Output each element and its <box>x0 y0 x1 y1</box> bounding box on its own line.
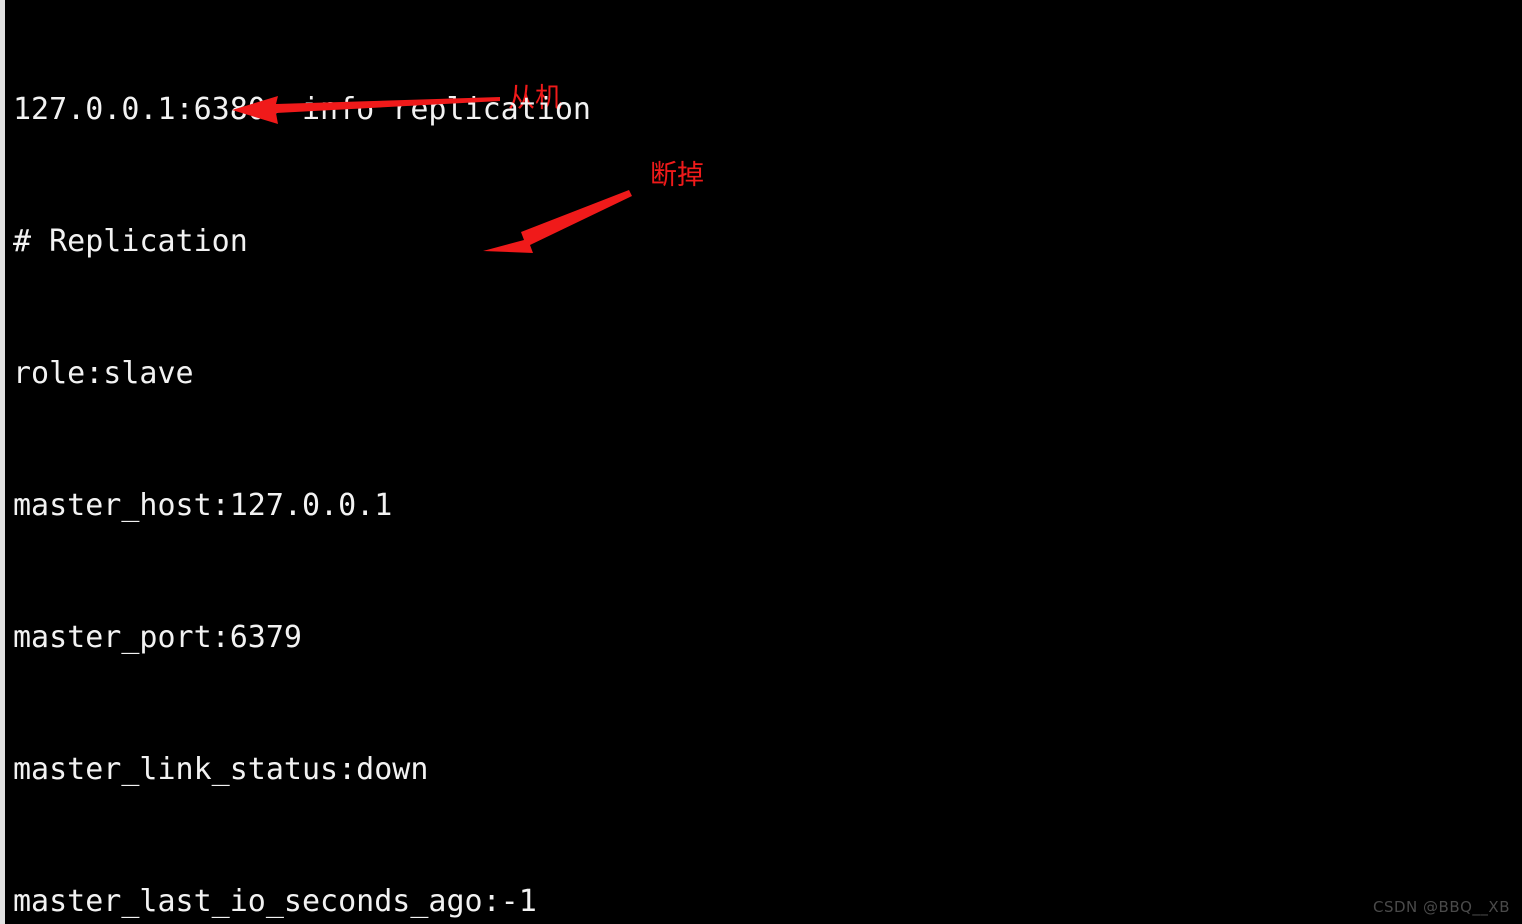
terminal-line-master-last-io-seconds-ago: master_last_io_seconds_ago:-1 <box>13 884 537 919</box>
terminal-line-master-host: master_host:127.0.0.1 <box>13 488 393 523</box>
terminal-window[interactable]: 127.0.0.1:6380> info replication # Repli… <box>0 0 1522 924</box>
terminal-line-prompt: 127.0.0.1:6380> info replication <box>13 92 591 127</box>
csdn-watermark: CSDN @BBQ__XB <box>1373 898 1510 916</box>
terminal-line-section: # Replication <box>13 224 248 259</box>
terminal-line-master-port: master_port:6379 <box>13 620 302 655</box>
terminal-output[interactable]: 127.0.0.1:6380> info replication # Repli… <box>13 0 1513 924</box>
terminal-left-gutter <box>0 0 5 924</box>
terminal-line-master-link-status: master_link_status:down <box>13 752 429 787</box>
terminal-line-role: role:slave <box>13 356 194 391</box>
